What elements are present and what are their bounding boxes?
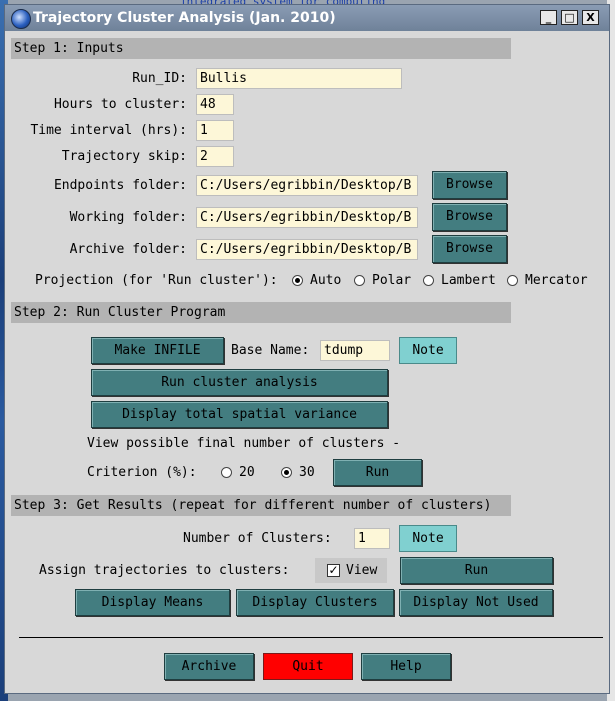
run-id-field[interactable]: Bullis — [196, 68, 402, 89]
run-id-label: Run_ID: — [132, 71, 187, 86]
step3-header: Step 3: Get Results (repeat for differen… — [11, 495, 511, 516]
projection-label: Projection (for 'Run cluster'): — [35, 273, 278, 288]
projection-lambert-label: Lambert — [441, 273, 496, 288]
archive-button[interactable]: Archive — [164, 653, 254, 680]
interval-label: Time interval (hrs): — [30, 123, 187, 138]
criterion-run-button[interactable]: Run — [333, 459, 422, 486]
num-clusters-label: Number of Clusters: — [183, 531, 332, 546]
projection-lambert-radio[interactable] — [423, 275, 434, 286]
step2-note-button[interactable]: Note — [399, 337, 457, 364]
display-clusters-button[interactable]: Display Clusters — [236, 589, 394, 616]
assign-run-button[interactable]: Run — [400, 557, 553, 584]
hours-field[interactable]: 48 — [196, 94, 234, 115]
archive-field[interactable]: C:/Users/egribbin/Desktop/B — [196, 239, 418, 260]
criterion-30-radio[interactable] — [281, 467, 292, 478]
projection-mercator-radio[interactable] — [507, 275, 518, 286]
interval-field[interactable]: 1 — [196, 120, 234, 141]
window-title: Trajectory Cluster Analysis (Jan. 2010) — [33, 10, 336, 26]
view-checkbox[interactable]: ✓ — [327, 564, 340, 577]
projection-polar-label: Polar — [372, 273, 412, 288]
projection-mercator-label: Mercator — [525, 273, 588, 288]
help-button[interactable]: Help — [361, 653, 451, 680]
skip-label: Trajectory skip: — [61, 149, 187, 164]
maximize-icon[interactable]: □ — [561, 10, 578, 25]
view-possible-label: View possible final number of clusters - — [87, 436, 401, 451]
step2-header: Step 2: Run Cluster Program — [11, 302, 511, 323]
display-not-used-button[interactable]: Display Not Used — [399, 589, 553, 616]
make-infile-button[interactable]: Make INFILE — [91, 337, 224, 364]
criterion-30-label: 30 — [299, 465, 315, 480]
skip-field[interactable]: 2 — [196, 146, 234, 167]
app-globe-icon — [11, 9, 31, 29]
criterion-label: Criterion (%): — [87, 465, 197, 480]
step1-header: Step 1: Inputs — [11, 38, 511, 59]
criterion-20-label: 20 — [239, 465, 255, 480]
projection-polar-radio[interactable] — [354, 275, 365, 286]
hours-label: Hours to cluster: — [53, 97, 187, 112]
view-checkbox-label: View — [346, 563, 378, 578]
quit-button[interactable]: Quit — [263, 653, 353, 680]
display-means-button[interactable]: Display Means — [75, 589, 230, 616]
working-browse-button[interactable]: Browse — [432, 203, 507, 231]
endpoints-browse-button[interactable]: Browse — [432, 171, 507, 199]
criterion-20-radio[interactable] — [221, 467, 232, 478]
base-name-label: Base Name: — [231, 343, 310, 358]
main-window: Trajectory Cluster Analysis (Jan. 2010) … — [4, 4, 610, 694]
projection-auto-label: Auto — [310, 273, 342, 288]
working-field[interactable]: C:/Users/egribbin/Desktop/B — [196, 207, 418, 228]
minimize-icon[interactable]: _ — [540, 10, 557, 25]
run-cluster-button[interactable]: Run cluster analysis — [91, 369, 388, 396]
num-clusters-field[interactable]: 1 — [354, 528, 390, 549]
close-icon[interactable]: X — [582, 10, 599, 25]
projection-auto-radio[interactable] — [292, 275, 303, 286]
base-name-field[interactable]: tdump — [320, 340, 390, 361]
title-bar[interactable]: Trajectory Cluster Analysis (Jan. 2010) … — [5, 5, 609, 31]
assign-label: Assign trajectories to clusters: — [39, 563, 290, 578]
archive-browse-button[interactable]: Browse — [432, 235, 507, 263]
archive-label: Archive folder: — [69, 242, 187, 257]
working-label: Working folder: — [69, 210, 187, 225]
endpoints-label: Endpoints folder: — [53, 178, 187, 193]
endpoints-field[interactable]: C:/Users/egribbin/Desktop/B — [196, 175, 418, 196]
divider — [19, 637, 603, 638]
step3-note-button[interactable]: Note — [399, 525, 457, 552]
display-variance-button[interactable]: Display total spatial variance — [91, 401, 388, 428]
